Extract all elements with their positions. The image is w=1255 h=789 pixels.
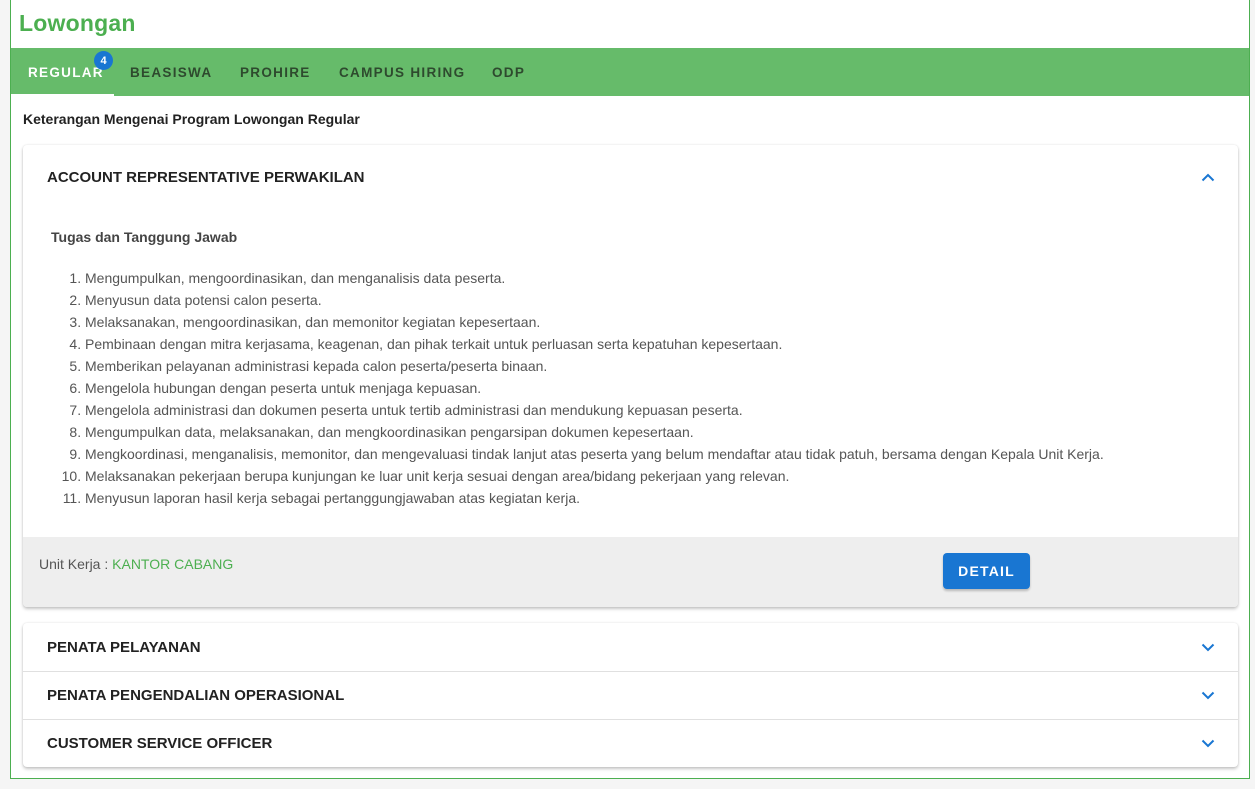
program-description: Keterangan Mengenai Program Lowongan Reg… (23, 111, 360, 127)
duty-item: Menyusun data potensi calon peserta. (85, 289, 1214, 311)
duties-list: Mengumpulkan, mengoordinasikan, dan meng… (47, 267, 1214, 509)
job-panel-customer-service[interactable]: CUSTOMER SERVICE OFFICER (23, 719, 1238, 767)
tab-regular[interactable]: REGULAR 4 (11, 48, 114, 96)
duty-item: Melaksanakan pekerjaan berupa kunjungan … (85, 465, 1214, 487)
tab-bar: REGULAR 4 BEASISWA PROHIRE CAMPUS HIRING… (11, 48, 1249, 96)
detail-button[interactable]: DETAIL (943, 553, 1030, 589)
job-panel-penata-pengendalian[interactable]: PENATA PENGENDALIAN OPERASIONAL (23, 671, 1238, 719)
collapsed-job-list: PENATA PELAYANAN PENATA PENGENDALIAN OPE… (23, 623, 1238, 767)
tab-prohire[interactable]: PROHIRE (224, 48, 323, 96)
unit-info: Unit Kerja : KANTOR CABANG (39, 556, 233, 572)
job-title: PENATA PELAYANAN (47, 638, 201, 656)
job-panel-body: Tugas dan Tanggung Jawab Mengumpulkan, m… (23, 209, 1238, 509)
chevron-down-icon[interactable] (1200, 639, 1216, 655)
tab-beasiswa-label: BEASISWA (130, 65, 213, 80)
job-panel-penata-pelayanan[interactable]: PENATA PELAYANAN (23, 623, 1238, 671)
tab-prohire-label: PROHIRE (240, 65, 311, 80)
tab-odp-label: ODP (492, 65, 526, 80)
unit-value: KANTOR CABANG (112, 556, 234, 572)
chevron-down-icon[interactable] (1200, 688, 1216, 704)
job-title: PENATA PENGENDALIAN OPERASIONAL (47, 687, 345, 704)
vacancy-card: Lowongan REGULAR 4 BEASISWA PROHIRE CAMP… (10, 0, 1250, 779)
duty-item: Mengumpulkan data, melaksanakan, dan men… (85, 421, 1214, 443)
tab-campus-hiring-label: CAMPUS HIRING (339, 65, 466, 80)
count-badge: 4 (94, 51, 113, 70)
duty-item: Memberikan pelayanan administrasi kepada… (85, 355, 1214, 377)
job-panel-header[interactable]: ACCOUNT REPRESENTATIVE PERWAKILAN (23, 145, 1238, 209)
job-panel-footer: Unit Kerja : KANTOR CABANG DETAIL (23, 537, 1238, 607)
tab-campus-hiring[interactable]: CAMPUS HIRING (323, 48, 491, 96)
job-title: ACCOUNT REPRESENTATIVE PERWAKILAN (47, 168, 365, 186)
duty-item: Menyusun laporan hasil kerja sebagai per… (85, 487, 1214, 509)
page-title: Lowongan (19, 10, 136, 36)
tab-beasiswa[interactable]: BEASISWA (114, 48, 224, 96)
job-panel-expanded: ACCOUNT REPRESENTATIVE PERWAKILAN Tugas … (23, 145, 1238, 607)
duty-item: Mengelola hubungan dengan peserta untuk … (85, 377, 1214, 399)
unit-label: Unit Kerja : (39, 556, 113, 572)
tab-odp[interactable]: ODP (491, 48, 561, 96)
duty-item: Pembinaan dengan mitra kerjasama, keagen… (85, 333, 1214, 355)
chevron-up-icon[interactable] (1200, 169, 1216, 185)
duty-item: Mengelola administrasi dan dokumen peser… (85, 399, 1214, 421)
chevron-down-icon[interactable] (1200, 736, 1216, 752)
duty-item: Mengkoordinasi, menganalisis, memonitor,… (85, 443, 1214, 465)
duty-item: Melaksanakan, mengoordinasikan, dan memo… (85, 311, 1214, 333)
tab-regular-label: REGULAR (28, 65, 104, 80)
duty-item: Mengumpulkan, mengoordinasikan, dan meng… (85, 267, 1214, 289)
duties-heading: Tugas dan Tanggung Jawab (51, 229, 238, 245)
job-title: CUSTOMER SERVICE OFFICER (47, 735, 273, 752)
